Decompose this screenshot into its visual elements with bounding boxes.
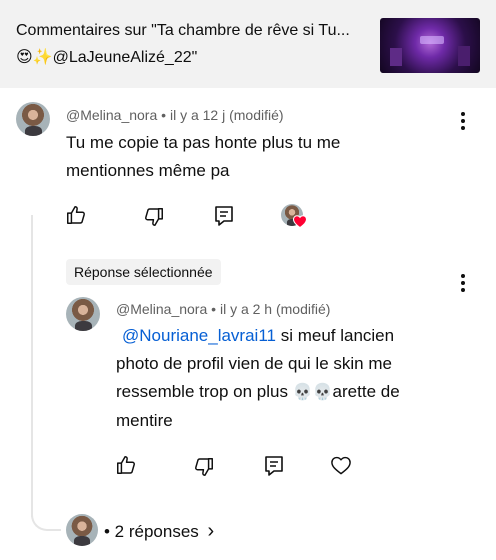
avatar[interactable] — [16, 102, 50, 136]
avatar[interactable] — [66, 514, 98, 546]
thumb-down-icon[interactable] — [193, 456, 215, 478]
comment-text: Tu me copie ta pas honte plus tu me ment… — [66, 129, 340, 185]
thumb-up-icon[interactable] — [65, 204, 87, 226]
video-title-line2: 😍✨@LaJeuneAlizé_22" — [16, 49, 198, 66]
video-title-line1: Commentaires sur "Ta chambre de rêve si … — [16, 22, 350, 39]
reply-meta: @Melina_nora • il y a 2 h (modifié) — [116, 301, 330, 317]
reply-text-part: ressemble trop on plus — [116, 382, 293, 401]
thread-curve — [31, 505, 61, 531]
more-replies-button[interactable]: • 2 réponses › — [104, 520, 214, 543]
chevron-right-icon: › — [207, 520, 215, 542]
mention-link[interactable]: @Nouriane_lavrai11 — [122, 326, 276, 345]
more-replies-label: • 2 réponses — [104, 522, 199, 541]
reply-text: @Nouriane_lavrai11 si meuf lancien photo… — [116, 322, 476, 435]
more-vertical-icon[interactable] — [461, 274, 465, 295]
comment-text-line2: mentionnes même pa — [66, 161, 230, 180]
reply-text-part: si meuf lancien — [275, 326, 395, 345]
reply-text-line1: @Nouriane_lavrai11 si meuf lancien — [116, 322, 476, 350]
thumb-up-icon[interactable] — [115, 454, 137, 476]
meta-separator: • — [161, 107, 167, 123]
comment-text-line1: Tu me copie ta pas honte plus tu me — [66, 133, 341, 152]
heart-icon — [293, 215, 307, 228]
reply-comment-icon[interactable] — [214, 205, 234, 227]
comment-author[interactable]: @Melina_nora — [66, 107, 157, 123]
reply-author[interactable]: @Melina_nora — [116, 301, 207, 317]
comments-header: Commentaires sur "Ta chambre de rêve si … — [0, 0, 496, 88]
reply-time: il y a 2 h (modifié) — [219, 301, 331, 317]
comment-time: il y a 12 j (modifié) — [169, 107, 284, 123]
selected-reply-badge: Réponse sélectionnée — [66, 259, 221, 285]
heart-icon[interactable] — [330, 455, 352, 475]
reply-text-line4: mentire — [116, 411, 173, 430]
reply-text-part: arette de — [332, 382, 400, 401]
skull-emoji: 💀💀 — [292, 384, 333, 401]
meta-separator: • — [211, 301, 217, 317]
more-vertical-icon[interactable] — [461, 112, 465, 133]
reply-comment-icon[interactable] — [264, 455, 284, 477]
avatar[interactable] — [66, 297, 100, 331]
thread-line — [31, 215, 33, 517]
comment-meta: @Melina_nora • il y a 12 j (modifié) — [66, 107, 284, 123]
thumb-down-icon[interactable] — [143, 206, 165, 228]
video-thumbnail[interactable] — [380, 18, 480, 73]
reply-text-line2: photo de profil vien de qui le skin me — [116, 354, 392, 373]
reply-text-line3: ressemble trop on plus 💀💀arette de — [116, 378, 476, 407]
